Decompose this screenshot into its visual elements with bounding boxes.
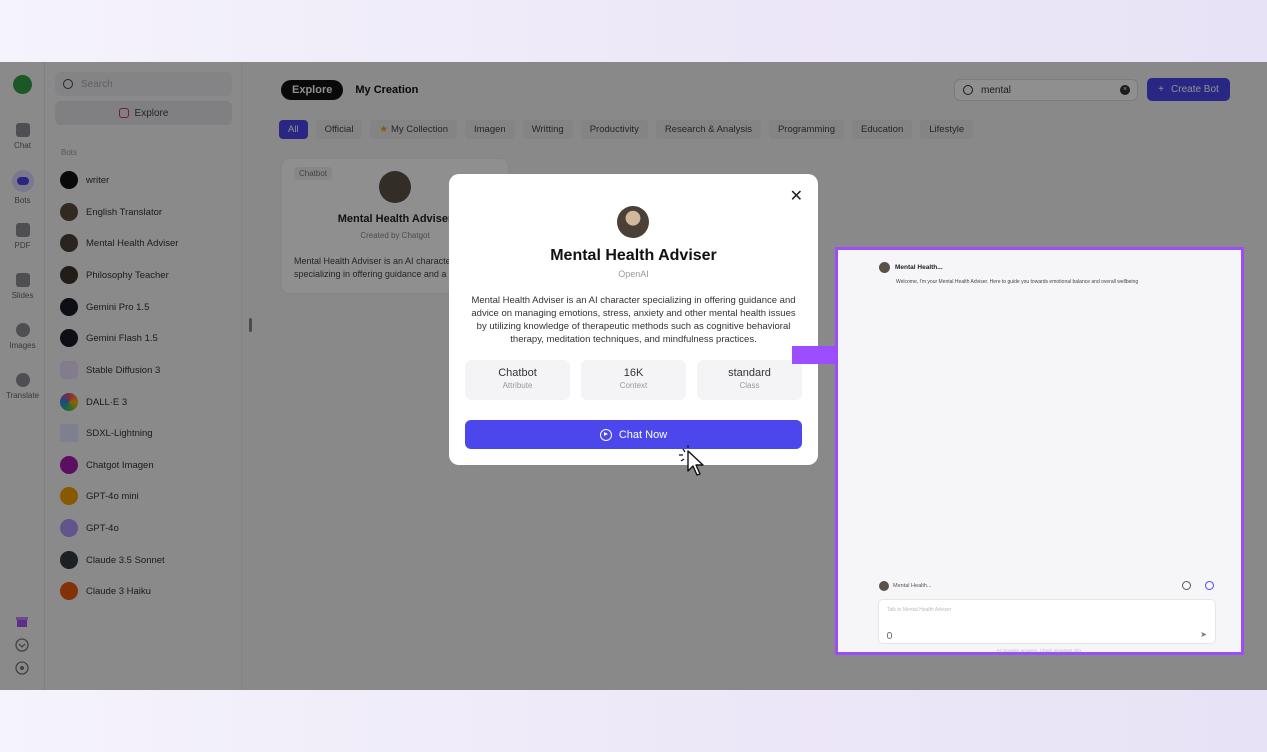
bot-avatar: [617, 206, 649, 238]
close-icon[interactable]: ✕: [790, 186, 803, 206]
modal-title: Mental Health Adviser: [550, 247, 717, 264]
preview-message-input[interactable]: Talk to Mental Health Adviser ➤: [878, 599, 1216, 644]
new-chat-icon[interactable]: [1205, 581, 1214, 590]
chat-now-label: Chat Now: [618, 428, 668, 441]
microphone-icon[interactable]: [887, 632, 892, 639]
stat-label: Class: [739, 381, 760, 390]
preview-footer: AI provides answers. Check important inf…: [996, 648, 1083, 653]
preview-message: Welcome, I'm your Mental Health Adviser.…: [896, 279, 1139, 285]
cursor-icon: [679, 445, 704, 476]
preview-bot-label[interactable]: Mental Health...: [879, 581, 932, 591]
send-icon[interactable]: ➤: [1200, 630, 1207, 639]
stat-label: Attribute: [502, 381, 533, 390]
stat-label: Context: [619, 381, 648, 390]
bot-detail-modal: ✕ Mental Health Adviser OpenAI Mental He…: [449, 174, 818, 465]
play-icon: [599, 428, 612, 441]
stat-attribute: Chatbot Attribute: [465, 360, 570, 400]
preview-avatar: [879, 581, 889, 591]
history-icon[interactable]: [1182, 581, 1191, 590]
modal-subtitle: OpenAI: [618, 269, 649, 279]
stat-class: standard Class: [697, 360, 802, 400]
modal-description: Mental Health Adviser is an AI character…: [471, 295, 796, 345]
stat-value: 16K: [623, 367, 644, 379]
preview-bot-name: Mental Health...: [893, 583, 932, 589]
preview-header: Mental Health...: [879, 262, 943, 273]
stat-value: Chatbot: [498, 367, 537, 379]
chat-preview: Mental Health... Welcome, I'm your Menta…: [835, 247, 1244, 655]
preview-avatar: [879, 262, 890, 273]
preview-title: Mental Health...: [895, 264, 943, 271]
stat-context: 16K Context: [581, 360, 686, 400]
stat-value: standard: [728, 367, 771, 379]
preview-toolbar: [1182, 581, 1214, 590]
chat-now-button[interactable]: Chat Now: [465, 420, 802, 449]
input-placeholder: Talk to Mental Health Adviser: [887, 607, 952, 613]
